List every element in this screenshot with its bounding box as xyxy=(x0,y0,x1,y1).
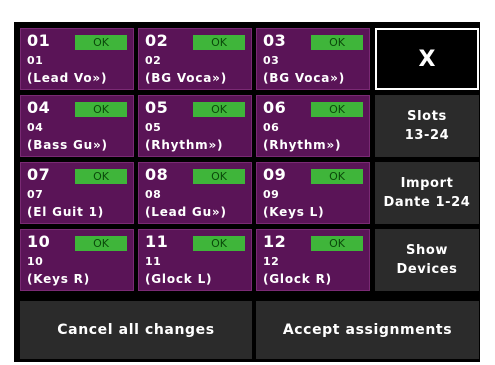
channel-name: (Glock L) xyxy=(145,272,213,286)
slot-number: 01 xyxy=(27,31,51,50)
slot-08[interactable]: 08 OK 08 (Lead Gu») xyxy=(138,162,252,224)
ok-status-badge: OK xyxy=(193,35,245,50)
slot-02[interactable]: 02 OK 02 (BG Voca») xyxy=(138,28,252,90)
slot-number: 08 xyxy=(145,165,169,184)
slot-number: 09 xyxy=(263,165,287,184)
channel-number: 02 xyxy=(145,54,162,67)
slot-number: 12 xyxy=(263,232,287,251)
import-dante-button[interactable]: Import Dante 1-24 xyxy=(375,162,479,224)
close-button[interactable]: X xyxy=(375,28,479,90)
slot-04[interactable]: 04 OK 04 (Bass Gu») xyxy=(20,95,134,157)
slot-03[interactable]: 03 OK 03 (BG Voca») xyxy=(256,28,370,90)
channel-number: 09 xyxy=(263,188,280,201)
slot-number: 05 xyxy=(145,98,169,117)
ok-status-badge: OK xyxy=(193,236,245,251)
ok-status-badge: OK xyxy=(75,102,127,117)
channel-number: 04 xyxy=(27,121,44,134)
channel-number: 07 xyxy=(27,188,44,201)
cancel-all-changes-button[interactable]: Cancel all changes xyxy=(20,301,252,359)
channel-name: (Lead Vo») xyxy=(27,71,108,85)
channel-name: (BG Voca») xyxy=(145,71,227,85)
channel-number: 05 xyxy=(145,121,162,134)
channel-number: 12 xyxy=(263,255,280,268)
screen: 01 OK 01 (Lead Vo») 02 OK 02 (BG Voca») … xyxy=(14,22,480,362)
channel-number: 06 xyxy=(263,121,280,134)
channel-name: (Keys L) xyxy=(263,205,325,219)
accept-assignments-button[interactable]: Accept assignments xyxy=(256,301,479,359)
slot-06[interactable]: 06 OK 06 (Rhythm») xyxy=(256,95,370,157)
slot-number: 06 xyxy=(263,98,287,117)
channel-number: 11 xyxy=(145,255,162,268)
ok-status-badge: OK xyxy=(75,169,127,184)
ok-status-badge: OK xyxy=(311,102,363,117)
channel-name: (Keys R) xyxy=(27,272,90,286)
ok-status-badge: OK xyxy=(75,35,127,50)
ok-status-badge: OK xyxy=(193,102,245,117)
slot-number: 10 xyxy=(27,232,51,251)
ok-status-badge: OK xyxy=(311,35,363,50)
slot-01[interactable]: 01 OK 01 (Lead Vo») xyxy=(20,28,134,90)
channel-name: (Rhythm») xyxy=(263,138,342,152)
channel-number: 01 xyxy=(27,54,44,67)
ok-status-badge: OK xyxy=(193,169,245,184)
channel-name: (Lead Gu») xyxy=(145,205,227,219)
show-devices-button[interactable]: Show Devices xyxy=(375,229,479,291)
channel-name: (Rhythm») xyxy=(145,138,224,152)
slot-number: 11 xyxy=(145,232,169,251)
channel-name: (BG Voca») xyxy=(263,71,345,85)
channel-number: 03 xyxy=(263,54,280,67)
channel-number: 08 xyxy=(145,188,162,201)
slot-number: 02 xyxy=(145,31,169,50)
ok-status-badge: OK xyxy=(311,236,363,251)
slot-12[interactable]: 12 OK 12 (Glock R) xyxy=(256,229,370,291)
slot-09[interactable]: 09 OK 09 (Keys L) xyxy=(256,162,370,224)
slot-number: 04 xyxy=(27,98,51,117)
channel-name: (Glock R) xyxy=(263,272,332,286)
channel-number: 10 xyxy=(27,255,44,268)
ok-status-badge: OK xyxy=(311,169,363,184)
slots-13-24-button[interactable]: Slots 13-24 xyxy=(375,95,479,157)
slot-05[interactable]: 05 OK 05 (Rhythm») xyxy=(138,95,252,157)
ok-status-badge: OK xyxy=(75,236,127,251)
slot-number: 03 xyxy=(263,31,287,50)
channel-name: (El Guit 1) xyxy=(27,205,105,219)
slot-number: 07 xyxy=(27,165,51,184)
slot-07[interactable]: 07 OK 07 (El Guit 1) xyxy=(20,162,134,224)
channel-name: (Bass Gu») xyxy=(27,138,108,152)
slot-11[interactable]: 11 OK 11 (Glock L) xyxy=(138,229,252,291)
slot-10[interactable]: 10 OK 10 (Keys R) xyxy=(20,229,134,291)
